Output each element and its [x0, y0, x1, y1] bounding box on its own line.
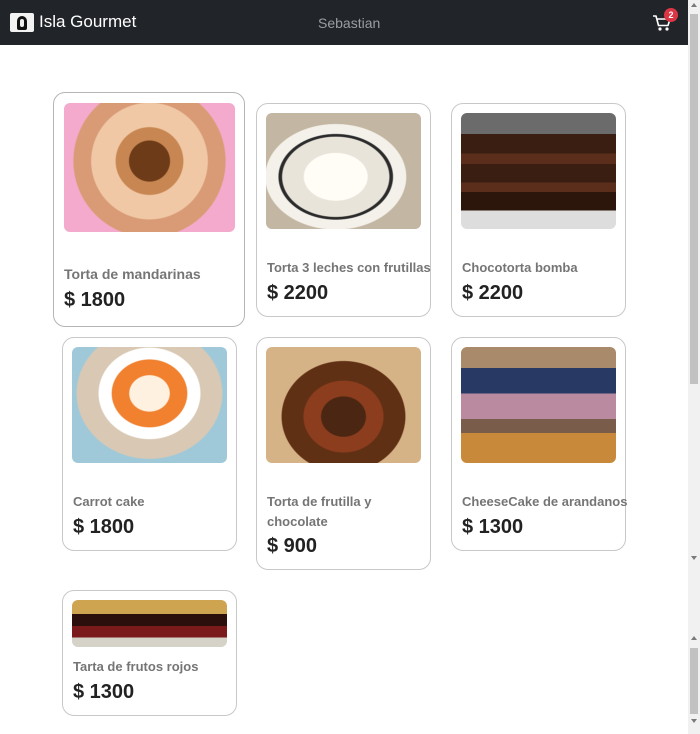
product-image [266, 347, 421, 463]
product-name: Torta de frutilla y chocolate [267, 494, 372, 529]
product-card[interactable]: Carrot cake $ 1800 [62, 337, 237, 551]
scroll-up-arrow-icon[interactable] [691, 3, 697, 7]
product-image [266, 113, 421, 229]
product-price: $ 2200 [267, 282, 329, 304]
scroll-up-arrow-icon[interactable] [691, 636, 697, 640]
brand-link[interactable]: Isla Gourmet [10, 11, 136, 33]
scrollbar-thumb[interactable] [690, 14, 698, 384]
brand-logo-icon [10, 12, 34, 32]
nav-user-name[interactable]: Sebastian [318, 15, 380, 31]
product-price: $ 1800 [64, 289, 126, 311]
product-image [461, 113, 616, 229]
scroll-down-arrow-icon[interactable] [691, 719, 697, 723]
product-name: Tarta de frutos rojos [73, 659, 199, 674]
scrollbar-thumb-secondary[interactable] [690, 648, 698, 714]
top-navbar: Isla Gourmet Sebastian 2 [0, 0, 688, 45]
page-scrollbar[interactable] [688, 0, 700, 734]
product-card[interactable]: Torta de mandarinas $ 1800 [53, 92, 245, 327]
product-price: $ 2200 [462, 282, 524, 304]
product-card[interactable]: Torta de frutilla y chocolate $ 900 [256, 337, 431, 570]
cart-count-badge: 2 [664, 8, 678, 22]
product-image [72, 347, 227, 463]
product-name: Chocotorta bomba [462, 260, 578, 275]
product-card[interactable]: CheeseCake de arandanos $ 1300 [451, 337, 628, 551]
product-image [72, 600, 227, 647]
product-card[interactable]: Chocotorta bomba $ 2200 [451, 103, 626, 317]
product-image [461, 347, 616, 463]
product-price: $ 1800 [73, 516, 135, 538]
product-price: $ 1300 [462, 516, 524, 538]
scroll-down-arrow-icon[interactable] [691, 556, 697, 560]
cart-button[interactable]: 2 [652, 8, 678, 34]
product-card[interactable]: Tarta de frutos rojos $ 1300 [62, 590, 237, 716]
product-name: Torta 3 leches con frutillas [267, 260, 431, 275]
product-image [64, 103, 235, 232]
product-price: $ 900 [267, 535, 318, 557]
product-name: CheeseCake de arandanos [462, 494, 628, 509]
product-name: Torta de mandarinas [64, 266, 201, 282]
product-card[interactable]: Torta 3 leches con frutillas $ 2200 [256, 103, 431, 317]
product-name: Carrot cake [73, 494, 145, 509]
brand-name: Isla Gourmet [39, 12, 137, 31]
product-price: $ 1300 [73, 681, 135, 703]
